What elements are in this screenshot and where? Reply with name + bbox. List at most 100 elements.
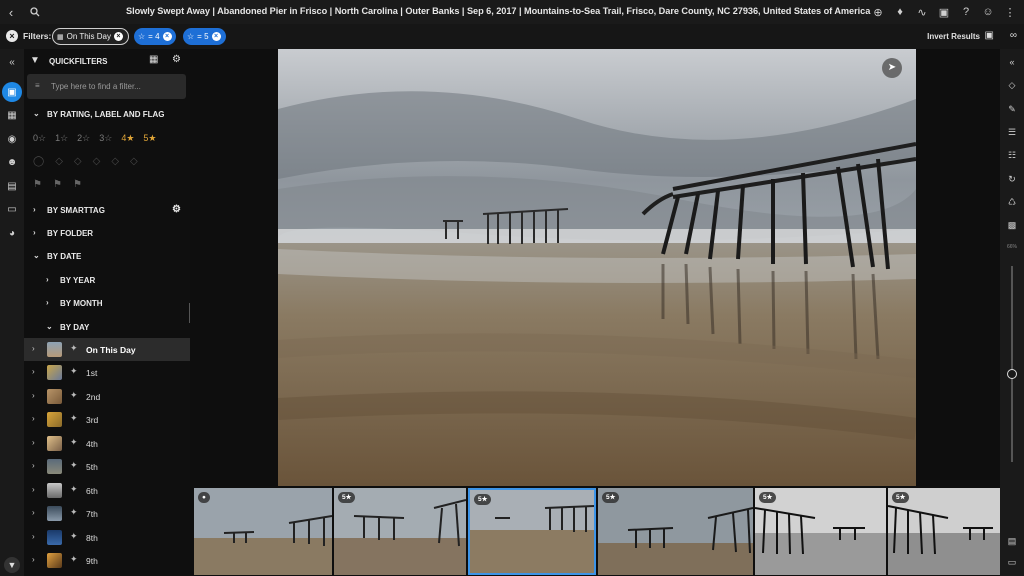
filmstrip-thumbnail[interactable]: 5★ <box>755 488 886 575</box>
rating-3[interactable]: 3☆ <box>99 133 112 144</box>
clear-filters-icon[interactable]: × <box>6 30 18 42</box>
compass-icon[interactable]: ➤ <box>882 58 902 78</box>
day-row[interactable]: › ✦ 3rd <box>24 408 190 431</box>
edit-icon[interactable]: ✎ <box>1004 101 1020 117</box>
rating-badge: ● <box>198 492 210 503</box>
filmstrip-thumbnail[interactable]: ● <box>194 488 332 575</box>
filter-chip-rating-4[interactable]: ☆ = 4 × <box>134 28 176 45</box>
pin-icon[interactable]: ✦ <box>70 343 78 354</box>
add-icon[interactable]: ⊕ <box>870 6 886 19</box>
filter-toggle-icon[interactable]: ▼ <box>4 557 20 573</box>
link-icon[interactable]: ∞ <box>1010 30 1017 41</box>
zoom-slider-handle[interactable] <box>1007 368 1017 379</box>
share-icon[interactable]: ♺ <box>1004 194 1020 210</box>
help-icon[interactable]: ? <box>958 6 974 18</box>
day-row-on-this-day[interactable]: › ✦ On This Day <box>24 338 190 361</box>
section-by-rating[interactable]: ⌄ BY RATING, LABEL AND FLAG <box>24 103 190 125</box>
account-icon[interactable]: ☺ <box>980 6 996 18</box>
section-by-month[interactable]: › BY MONTH <box>24 292 190 314</box>
no-label-icon[interactable]: ◯ <box>33 156 44 167</box>
activity-icon[interactable]: ∿ <box>914 6 930 19</box>
settings-gear-icon[interactable]: ⚙ <box>172 204 181 215</box>
tag-icon[interactable]: ◇ <box>130 156 138 167</box>
flag-icon[interactable]: ⚑ <box>73 179 82 190</box>
location-pin-icon[interactable]: ◉ <box>2 129 22 149</box>
filmstrip-thumbnail[interactable]: 5★ <box>334 488 466 575</box>
filmstrip-thumbnail[interactable]: 5★ <box>598 488 753 575</box>
invert-results-button[interactable]: Invert Results <box>927 32 980 41</box>
gallery-icon[interactable]: ▣ <box>2 82 22 102</box>
trash-icon[interactable]: ▩ <box>1004 217 1020 233</box>
section-by-date[interactable]: ⌄ BY DATE <box>24 245 190 267</box>
pin-icon[interactable]: ✦ <box>70 484 78 495</box>
bell-icon[interactable]: ♦ <box>892 6 908 18</box>
calendar-icon[interactable]: ▦ <box>2 105 22 125</box>
add-filter-icon[interactable]: ▦ <box>149 54 158 65</box>
briefcase-icon[interactable]: ▤ <box>2 176 22 196</box>
gauge-icon[interactable]: ◕ <box>2 223 22 243</box>
devices-icon[interactable]: ▣ <box>936 6 952 19</box>
chevron-right-icon: › <box>33 228 36 237</box>
document-icon[interactable]: ▭ <box>1004 554 1020 570</box>
filmstrip-thumbnail-selected[interactable]: 5★ <box>468 488 596 575</box>
flag-icon[interactable]: ⚑ <box>33 179 42 190</box>
pin-icon[interactable]: ✦ <box>70 531 78 542</box>
day-thumbnail <box>47 365 62 380</box>
tag-icon[interactable]: ◇ <box>55 156 63 167</box>
day-row[interactable]: › ✦ 1st <box>24 361 190 384</box>
rotate-icon[interactable]: ↻ <box>1004 171 1020 187</box>
pin-icon[interactable]: ✦ <box>70 390 78 401</box>
rating-0[interactable]: 0☆ <box>33 133 46 144</box>
metadata-icon[interactable]: ☰ <box>1004 124 1020 140</box>
search-icon[interactable] <box>24 0 46 24</box>
invert-icon[interactable]: ▣ <box>985 30 994 41</box>
pin-icon[interactable]: ✦ <box>70 554 78 565</box>
rating-1[interactable]: 1☆ <box>55 133 68 144</box>
quickfilters-header: ▼ QUICKFILTERS ▦ ⚙ <box>24 49 190 73</box>
pin-icon[interactable]: ✦ <box>70 460 78 471</box>
pin-icon[interactable]: ✦ <box>70 507 78 518</box>
rating-4[interactable]: 4★ <box>121 133 134 144</box>
filter-search-input[interactable] <box>51 79 181 94</box>
tag-icon[interactable]: ◇ <box>111 156 119 167</box>
tag-icon[interactable]: ◇ <box>74 156 82 167</box>
settings-gear-icon[interactable]: ⚙ <box>172 54 181 65</box>
section-by-smarttag[interactable]: › BY SMARTTAG ⚙ <box>24 199 190 221</box>
day-row[interactable]: › ✦ 2nd <box>24 385 190 408</box>
chevron-right-icon: › <box>46 298 49 307</box>
section-by-day[interactable]: ⌄ BY DAY <box>24 316 190 338</box>
filter-chip-on-this-day[interactable]: ▦ On This Day × <box>52 28 129 45</box>
remove-chip-icon[interactable]: × <box>113 32 123 41</box>
day-row[interactable]: › ✦ 4th <box>24 432 190 455</box>
clipboard-icon[interactable]: ▤ <box>1004 533 1020 549</box>
pin-icon[interactable]: ✦ <box>70 437 78 448</box>
section-by-folder[interactable]: › BY FOLDER <box>24 222 190 244</box>
more-icon[interactable]: ⋮ <box>1002 6 1018 19</box>
tag-icon[interactable]: ◇ <box>93 156 101 167</box>
rating-2[interactable]: 2☆ <box>77 133 90 144</box>
filter-chip-rating-5[interactable]: ☆ = 5 × <box>183 28 226 45</box>
day-row[interactable]: › ✦ 7th <box>24 502 190 525</box>
flag-icon[interactable]: ⚑ <box>53 179 62 190</box>
day-row[interactable]: › ✦ 9th <box>24 549 190 572</box>
zoom-slider[interactable] <box>1011 266 1013 462</box>
pin-icon[interactable]: ✦ <box>70 366 78 377</box>
chevron-right-icon: › <box>32 367 35 376</box>
day-row[interactable]: › ✦ 5th <box>24 455 190 478</box>
day-row[interactable]: › ✦ 6th <box>24 479 190 502</box>
pin-icon[interactable]: ✦ <box>70 413 78 424</box>
adjust-icon[interactable]: ☷ <box>1004 147 1020 163</box>
folder-icon[interactable]: ▭ <box>2 199 22 219</box>
person-icon[interactable]: ☻ <box>2 152 22 172</box>
remove-chip-icon[interactable]: × <box>211 32 221 41</box>
tag-icon[interactable]: ◇ <box>1004 77 1020 93</box>
main-photo[interactable] <box>278 49 916 486</box>
remove-chip-icon[interactable]: × <box>162 32 172 41</box>
rating-5[interactable]: 5★ <box>143 133 156 144</box>
expand-panel-icon[interactable]: « <box>1004 54 1020 70</box>
section-by-year[interactable]: › BY YEAR <box>24 269 190 291</box>
filmstrip-thumbnail[interactable]: 5★ <box>888 488 1000 575</box>
day-row[interactable]: › ✦ 8th <box>24 526 190 549</box>
collapse-panel-icon[interactable]: « <box>2 52 22 72</box>
back-chevron-icon[interactable]: ‹ <box>0 0 22 24</box>
